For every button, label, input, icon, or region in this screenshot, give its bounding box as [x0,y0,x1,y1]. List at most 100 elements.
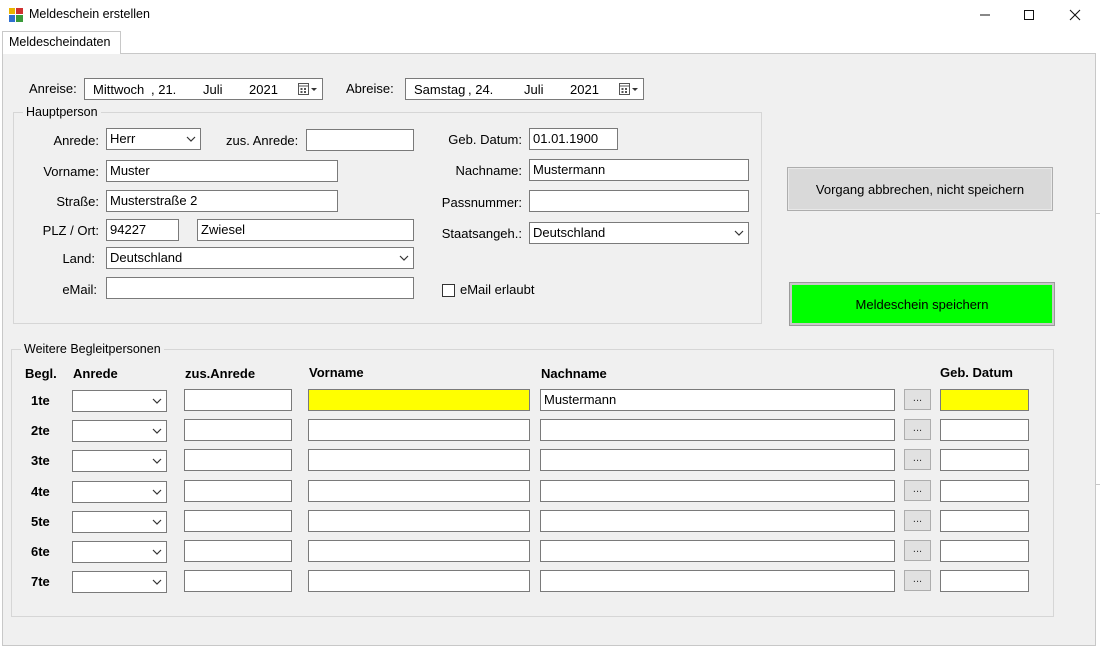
arrival-weekday: Mittwoch [93,82,145,97]
companion-lookup-button[interactable]: ... [904,570,931,591]
zipcity-label: PLZ / Ort: [42,223,99,238]
companion-lookup-button[interactable]: ... [904,480,931,501]
companion-lastname-input[interactable] [540,419,895,441]
companion-birthdate-input[interactable] [940,510,1029,532]
companion-row-label: 1te [31,393,50,408]
chevron-down-icon [152,458,162,464]
companion-firstname-input[interactable] [308,480,530,502]
companion-birthdate-input[interactable] [940,540,1029,562]
birthdate-input[interactable]: 01.01.1900 [529,128,618,150]
departure-date-picker[interactable]: Samstag , 24. Juli 2021 [405,78,644,100]
zip-input[interactable]: 94227 [106,219,179,241]
companion-birthdate-input[interactable] [940,570,1029,592]
email-input[interactable] [106,277,414,299]
minimize-button[interactable] [962,0,1008,30]
companions-group [11,349,1054,617]
companion-salutation-dropdown[interactable] [72,571,167,593]
companion-lastname-input[interactable] [540,480,895,502]
nationality-value: Deutschland [533,225,606,240]
country-label: Land: [62,251,95,266]
chevron-down-icon [152,519,162,525]
chevron-down-icon [152,428,162,434]
companion-extra-salutation-input[interactable] [184,480,292,502]
cancel-button-label: Vorgang abbrechen, nicht speichern [815,181,1025,197]
chevron-down-icon [734,230,744,236]
companion-salutation-dropdown[interactable] [72,390,167,412]
companion-extra-salutation-input[interactable] [184,389,292,411]
companion-lookup-button[interactable]: ... [904,540,931,561]
companion-extra-salutation-input[interactable] [184,449,292,471]
companion-salutation-dropdown[interactable] [72,481,167,503]
companion-firstname-input[interactable] [308,389,530,411]
title-bar[interactable]: Meldeschein erstellen [0,0,1100,30]
street-label: Straße: [56,194,99,209]
companion-row-label: 5te [31,514,50,529]
departure-month: Juli [524,82,544,97]
chevron-down-icon [152,489,162,495]
cancel-button[interactable]: Vorgang abbrechen, nicht speichern [787,167,1053,211]
companion-salutation-dropdown[interactable] [72,541,167,563]
companion-extra-salutation-input[interactable] [184,510,292,532]
companion-lookup-button[interactable]: ... [904,510,931,531]
header-extra-salutation: zus.Anrede [185,366,256,381]
nationality-dropdown[interactable]: Deutschland [529,222,749,244]
companion-lastname-input[interactable] [540,449,895,471]
companion-lookup-button[interactable]: ... [904,449,931,470]
extra-salutation-input[interactable] [306,129,414,151]
companion-lookup-button[interactable]: ... [904,419,931,440]
maximize-button[interactable] [1006,0,1052,30]
companion-extra-salutation-input[interactable] [184,570,292,592]
arrival-date-picker[interactable]: Mittwoch , 21. Juli 2021 [84,78,323,100]
companion-row-label: 3te [31,453,50,468]
calendar-dropdown-icon[interactable] [298,82,318,96]
companion-firstname-input[interactable] [308,510,530,532]
city-input[interactable]: Zwiesel [197,219,414,241]
firstname-input[interactable]: Muster [106,160,338,182]
header-index: Begl. [25,366,57,381]
passport-label: Passnummer: [441,195,522,210]
street-input[interactable]: Musterstraße 2 [106,190,338,212]
lastname-label: Nachname: [455,163,522,178]
companion-lookup-button[interactable]: ... [904,389,931,410]
window-title: Meldeschein erstellen [29,7,150,21]
maximize-icon [1024,10,1034,20]
companion-birthdate-input[interactable] [940,480,1029,502]
companion-birthdate-input[interactable] [940,449,1029,471]
companion-birthdate-input[interactable] [940,419,1029,441]
companion-salutation-dropdown[interactable] [72,420,167,442]
email-allowed-checkbox[interactable] [442,284,455,297]
companion-lastname-input[interactable] [540,510,895,532]
salutation-dropdown[interactable]: Herr [106,128,201,150]
companion-salutation-dropdown[interactable] [72,450,167,472]
companion-salutation-dropdown[interactable] [72,511,167,533]
companion-lastname-input[interactable] [540,540,895,562]
header-salutation: Anrede [73,366,118,381]
calendar-dropdown-icon[interactable] [619,82,639,96]
departure-weekday: Samstag [414,82,466,97]
companion-extra-salutation-input[interactable] [184,540,292,562]
arrival-month: Juli [203,82,223,97]
close-icon [1069,9,1081,21]
extra-salutation-label: zus. Anrede: [226,133,299,148]
companion-birthdate-input[interactable] [940,389,1029,411]
close-button[interactable] [1052,0,1098,30]
companion-firstname-input[interactable] [308,570,530,592]
country-dropdown[interactable]: Deutschland [106,247,414,269]
companion-firstname-input[interactable] [308,540,530,562]
tab-meldescheindaten[interactable]: Meldescheindaten [2,31,121,54]
salutation-value: Herr [110,131,136,146]
companion-firstname-input[interactable] [308,449,530,471]
companion-extra-salutation-input[interactable] [184,419,292,441]
email-allowed-label[interactable]: eMail erlaubt [460,282,534,297]
companion-lastname-input[interactable]: Mustermann [540,389,895,411]
main-person-group-title: Hauptperson [23,105,101,119]
lastname-input[interactable]: Mustermann [529,159,749,181]
companion-firstname-input[interactable] [308,419,530,441]
departure-day: , 24. [468,82,494,97]
companion-lastname-input[interactable] [540,570,895,592]
passport-input[interactable] [529,190,749,212]
chevron-down-icon [152,398,162,404]
save-button[interactable]: Meldeschein speichern [789,282,1055,326]
arrival-year: 2021 [249,82,278,97]
nationality-label: Staatsangeh.: [441,226,522,241]
